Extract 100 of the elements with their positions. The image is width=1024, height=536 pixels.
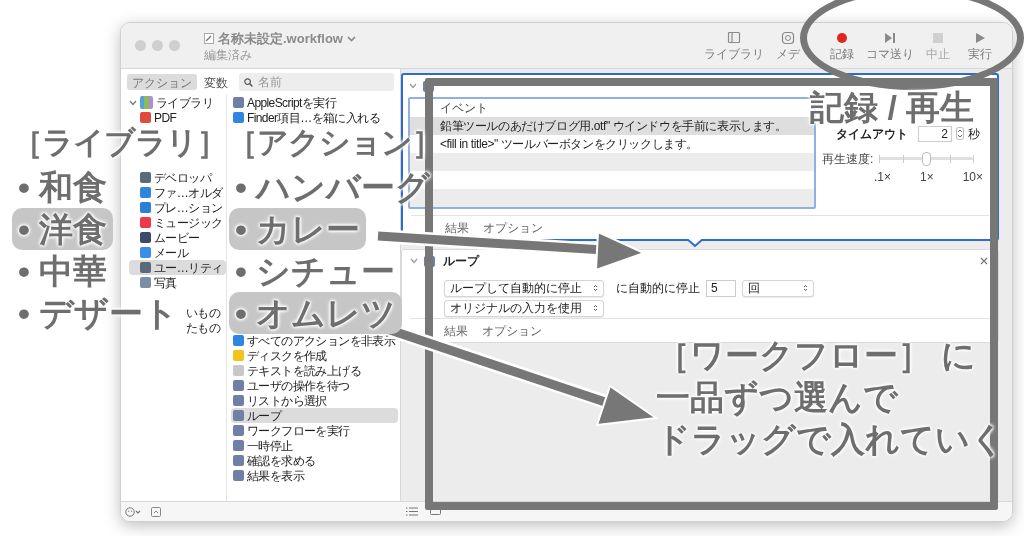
field-label: タイムアウト — [836, 125, 908, 143]
annotation-note: • シチュー — [234, 251, 397, 292]
window-subtitle: 編集済み — [204, 48, 253, 63]
chevron-down-icon[interactable] — [129, 99, 137, 106]
list-item[interactable]: メール — [129, 245, 226, 260]
script-icon — [233, 97, 244, 108]
annotation-note: 一品ずつ選んで — [656, 378, 899, 416]
chevron-down-icon[interactable] — [410, 258, 418, 264]
list-item[interactable]: 写真 — [129, 275, 226, 290]
list-item[interactable]: PDF — [129, 110, 226, 125]
toolbar-button-label[interactable]: 実行 — [968, 46, 992, 61]
up-down-arrows-icon — [593, 304, 598, 312]
slider-thumb[interactable] — [922, 152, 932, 166]
card-tab[interactable]: 結果 — [444, 321, 468, 340]
search-field[interactable]: 名前 — [239, 73, 394, 91]
list-item[interactable]: すべてのアクションを非表示 — [231, 333, 398, 348]
tree-item[interactable]: ライブラリ — [156, 93, 213, 112]
document-icon — [233, 365, 244, 376]
field-label: 再生速度: — [822, 151, 874, 168]
annotation-note: • デザート — [17, 293, 180, 334]
list-item[interactable]: ユー…リティ — [129, 260, 226, 275]
step-forward-icon[interactable] — [883, 30, 897, 45]
list-item[interactable]: ディスクを作成 — [231, 348, 398, 363]
list-item[interactable]: 結果を表示 — [231, 468, 398, 483]
list-view-icon[interactable] — [406, 507, 418, 516]
list-item[interactable]: リストから選択 — [231, 393, 398, 408]
list-item[interactable]: ファ…オルダ — [129, 185, 226, 200]
card-tab[interactable]: オプション — [483, 218, 543, 237]
highlighted-note: • 洋食 — [12, 208, 114, 250]
toolbar-button-label[interactable]: 記録 — [830, 46, 854, 61]
chevron-down-icon[interactable] — [409, 83, 417, 89]
card-tab[interactable]: 結果 — [445, 218, 469, 237]
highlighted-note: • オムレツ — [229, 292, 403, 334]
tick-label: 1× — [920, 169, 934, 186]
finder-icon — [233, 112, 244, 123]
field-label: に自動的に停止 — [616, 280, 700, 297]
toolbar-button-label[interactable]: メデ — [776, 46, 800, 61]
close-icon[interactable] — [980, 257, 988, 265]
radiation-icon — [233, 350, 244, 361]
list-item[interactable]: デベロッパ — [129, 170, 226, 185]
up-down-arrows-icon — [593, 284, 598, 292]
script-icon — [233, 470, 244, 481]
annotation-note: ［ワークフロー］ に — [656, 336, 978, 374]
window-title: 名称未設定.workflow — [218, 29, 343, 48]
up-down-arrows-icon — [803, 284, 808, 292]
column-header: イベント — [439, 100, 489, 117]
list-item[interactable]: プレ…ション — [129, 200, 226, 215]
highlighted-note: • カレー — [229, 208, 367, 250]
chevron-down-icon[interactable] — [346, 35, 356, 42]
annotation-note: • 和食 — [17, 167, 109, 208]
popup-button[interactable]: オリジナルの入力を使用 — [444, 299, 604, 317]
finder-icon — [233, 335, 244, 346]
count-field[interactable]: 5 — [706, 279, 736, 297]
timeout-field[interactable]: 2 — [918, 125, 952, 142]
script-icon — [233, 440, 244, 451]
stepper-icon[interactable] — [956, 127, 964, 140]
script-icon — [233, 410, 244, 421]
document-icon — [204, 33, 214, 44]
list-item[interactable]: AppleScriptを実行 — [231, 95, 398, 110]
tick-label: 10× — [962, 169, 983, 186]
list-item[interactable]: いもの — [186, 305, 221, 320]
list-item[interactable]: たもの — [186, 320, 221, 335]
play-icon[interactable] — [973, 30, 987, 45]
description-icon[interactable] — [151, 506, 161, 517]
finder-icon — [140, 187, 151, 198]
sidebar-tab[interactable]: 変数 — [199, 74, 233, 90]
media-icon[interactable] — [781, 30, 795, 45]
list-item[interactable]: ムービー — [129, 230, 226, 245]
tools-icon — [140, 262, 151, 273]
record-icon[interactable] — [835, 30, 849, 45]
slider-track[interactable] — [879, 152, 973, 166]
movie-icon — [140, 232, 151, 243]
annotation-note: • 中華 — [17, 251, 109, 292]
action-title: ループ — [443, 253, 481, 270]
unit-label: 秒 — [968, 125, 980, 143]
list-item[interactable]: ミュージック — [129, 215, 226, 230]
popup-button[interactable]: 回 — [742, 279, 814, 297]
tick-label: .1× — [874, 169, 891, 186]
library-icon — [140, 96, 153, 109]
toolbar-button-label[interactable]: ライブラリ — [704, 46, 764, 61]
list-item[interactable]: テキストを読み上げる — [231, 363, 398, 378]
photos-icon — [140, 277, 151, 288]
smiley-menu-icon[interactable] — [125, 506, 143, 517]
script-icon — [233, 395, 244, 406]
log-view-icon[interactable] — [430, 508, 441, 515]
sidebar-toggle-icon[interactable] — [727, 30, 741, 45]
list-item[interactable]: ワークフローを実行 — [231, 423, 398, 438]
card-tab[interactable]: オプション — [482, 321, 542, 340]
pdf-icon — [140, 112, 151, 123]
list-item[interactable]: ループ — [231, 408, 398, 423]
sidebar-tab[interactable]: アクション — [127, 74, 197, 90]
list-item[interactable]: 一時停止 — [231, 438, 398, 453]
list-item[interactable]: Finder項目…を箱に入れる — [231, 110, 398, 125]
toolbar-button-label[interactable]: コマ送り — [866, 46, 914, 61]
script-icon — [233, 425, 244, 436]
script-icon — [233, 380, 244, 391]
popup-button[interactable]: ループして自動的に停止 — [444, 279, 604, 297]
list-item[interactable]: 確認を求める — [231, 453, 398, 468]
presentation-icon — [140, 202, 151, 213]
list-item[interactable]: ユーザの操作を待つ — [231, 378, 398, 393]
